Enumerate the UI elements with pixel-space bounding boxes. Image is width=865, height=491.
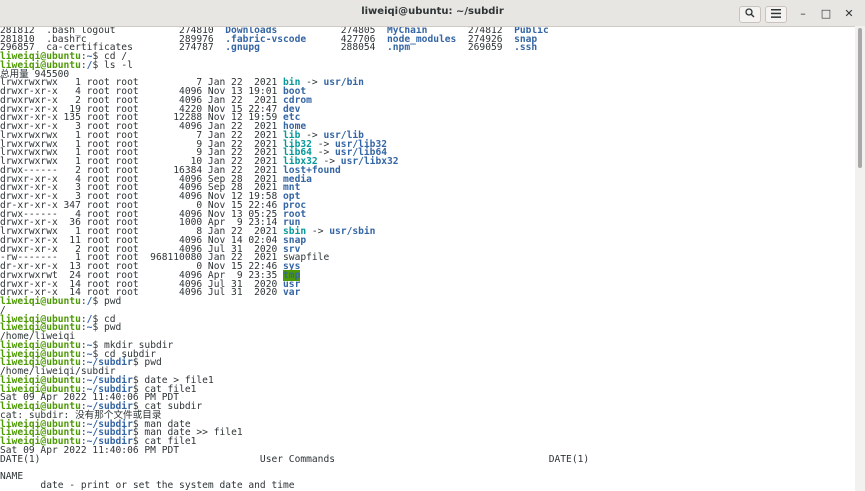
terminal-window: 289455 .bash_history 274815 Documents 27… bbox=[0, 0, 865, 491]
terminal-line: DATE(1) User Commands DATE(1) bbox=[0, 453, 590, 465]
terminal-text: $ pwd bbox=[92, 296, 122, 307]
terminal-text: -> bbox=[306, 226, 330, 237]
terminal-output[interactable]: 289455 .bash_history 274815 Documents 27… bbox=[0, 16, 855, 491]
maximize-button[interactable]: □ bbox=[818, 6, 834, 21]
terminal-text: .npm bbox=[387, 42, 411, 54]
search-icon bbox=[745, 8, 755, 20]
scrollbar-thumb[interactable] bbox=[858, 28, 862, 168]
terminal-text: 288054 bbox=[259, 42, 387, 54]
hamburger-menu-icon bbox=[771, 9, 781, 20]
terminal-text: $ ls -l bbox=[92, 59, 133, 71]
menu-button[interactable] bbox=[765, 6, 787, 23]
terminal-text: .ssh bbox=[514, 42, 538, 54]
scrollbar[interactable] bbox=[855, 26, 865, 491]
terminal-text: usr/bin bbox=[323, 77, 364, 89]
close-button[interactable]: ✕ bbox=[841, 6, 857, 21]
terminal-text: .gnupg bbox=[225, 42, 260, 54]
terminal-text: 269059 bbox=[410, 42, 515, 54]
terminal-text: $ pwd bbox=[132, 357, 162, 369]
terminal-text: liweiqi@ubuntu bbox=[0, 296, 81, 307]
terminal-text: date - print or set the system date and … bbox=[0, 479, 295, 491]
terminal-text: var bbox=[283, 287, 301, 299]
terminal-text: usr/libx32 bbox=[340, 156, 399, 167]
terminal-text: $ pwd bbox=[92, 322, 122, 334]
terminal-line: liweiqi@ubuntu:/$ pwd bbox=[0, 296, 122, 307]
minimize-button[interactable]: – bbox=[795, 6, 811, 21]
terminal-text: DATE(1) User Commands DATE(1) bbox=[0, 453, 590, 465]
title-bar[interactable]: liweiqi@ubuntu: ~/subdir – □ ✕ bbox=[0, 0, 865, 27]
terminal-text: usr/sbin bbox=[329, 226, 376, 237]
search-button[interactable] bbox=[739, 6, 761, 23]
terminal-line: date - print or set the system date and … bbox=[0, 479, 295, 491]
window-title: liweiqi@ubuntu: ~/subdir bbox=[361, 6, 504, 17]
